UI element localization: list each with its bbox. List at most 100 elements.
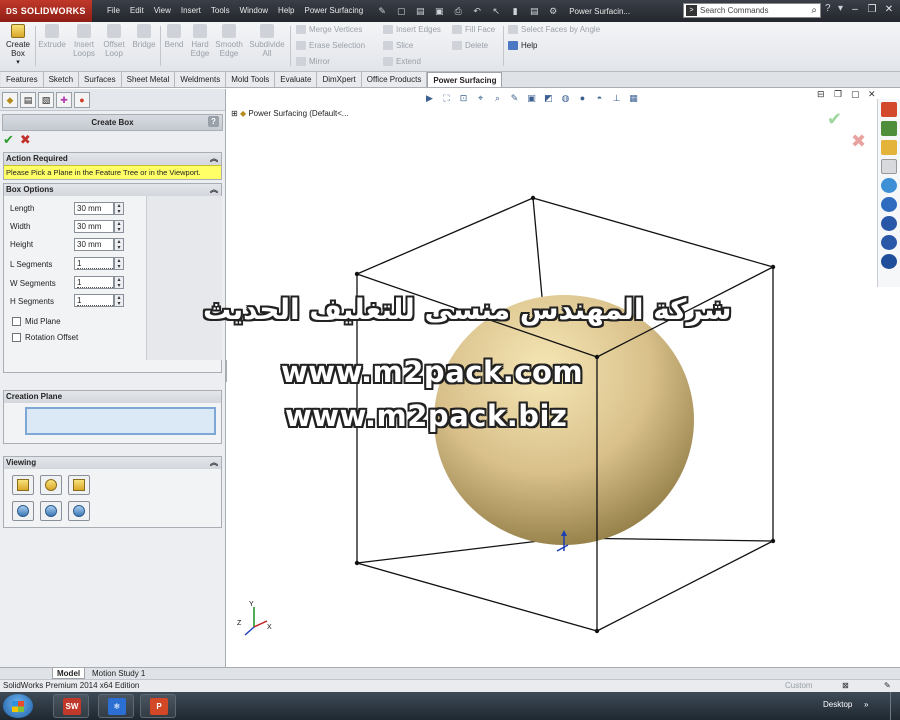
rebuild-status-icon[interactable]: ✎: [884, 680, 891, 692]
smooth-view-button[interactable]: [40, 475, 62, 495]
tab-motion-study-1[interactable]: Motion Study 1: [88, 668, 149, 679]
desktop-toolbar-label[interactable]: Desktop: [823, 700, 852, 709]
h-segments-stepper[interactable]: ▴ ▾: [114, 294, 124, 307]
insert-loops-button[interactable]: Insert Loops: [70, 24, 98, 58]
custom-properties-icon[interactable]: [881, 197, 897, 212]
menu-file[interactable]: File: [102, 0, 125, 22]
w-segments-stepper[interactable]: ▴ ▾: [114, 276, 124, 289]
solidworks-resources-icon[interactable]: [881, 102, 897, 117]
viewport-maximize-icon[interactable]: ▢: [851, 89, 860, 100]
previous-view-icon[interactable]: ▶: [423, 92, 436, 104]
dimxpert-manager-icon[interactable]: ✚: [56, 92, 72, 108]
feature-tree-root-node[interactable]: ⊞ ◆ Power Surfacing (Default<...: [231, 109, 349, 118]
insert-edges-button[interactable]: Insert Edges: [383, 25, 441, 35]
cage-vertex[interactable]: [594, 354, 600, 360]
both-view-button[interactable]: [68, 475, 90, 495]
box-options-header[interactable]: Box Options ︽: [4, 184, 221, 196]
hard-edge-button[interactable]: Hard Edge: [188, 24, 212, 58]
select-vertices-button[interactable]: [12, 501, 34, 521]
width-input[interactable]: 30 mm: [74, 220, 114, 233]
mirror-button[interactable]: Mirror: [296, 57, 330, 67]
cage-vertex[interactable]: [530, 195, 536, 201]
apply-scene-icon[interactable]: ◓: [593, 92, 606, 104]
slice-button[interactable]: Slice: [383, 41, 413, 51]
help-question-icon[interactable]: ?: [825, 3, 831, 14]
solidworks-forum-icon[interactable]: [881, 216, 897, 231]
cage-vertex[interactable]: [594, 628, 600, 634]
new-document-icon[interactable]: ▢: [393, 4, 409, 18]
print-icon[interactable]: ⎙: [450, 4, 466, 18]
show-desktop-button[interactable]: [890, 692, 900, 720]
bend-button[interactable]: Bend: [162, 24, 186, 49]
l-segments-stepper[interactable]: ▴ ▾: [114, 257, 124, 270]
tab-sheet-metal[interactable]: Sheet Metal: [121, 72, 176, 87]
tab-model[interactable]: Model: [52, 668, 86, 679]
zoom-to-area-icon[interactable]: ⊡: [457, 92, 470, 104]
collapse-chevron-icon[interactable]: ︽: [210, 457, 218, 469]
collapse-chevron-icon[interactable]: ︽: [210, 153, 218, 165]
view-orientation-icon[interactable]: ▣: [525, 92, 538, 104]
expand-plus-icon[interactable]: ⊞: [231, 109, 238, 118]
smooth-edge-button[interactable]: Smooth Edge: [214, 24, 244, 58]
cage-vertex[interactable]: [354, 271, 360, 277]
zoom-icon[interactable]: ⌕: [491, 92, 504, 104]
pin-icon[interactable]: ✎: [374, 4, 390, 18]
fill-face-button[interactable]: Fill Face: [452, 25, 495, 35]
select-faces-by-angle-button[interactable]: Select Faces by Angle: [508, 25, 600, 35]
appearances-icon[interactable]: [881, 178, 897, 193]
cage-vertex[interactable]: [354, 560, 360, 566]
creation-plane-selection-box[interactable]: [25, 407, 216, 435]
select-faces-button[interactable]: [68, 501, 90, 521]
viewport-close-icon[interactable]: ✕: [868, 89, 876, 100]
start-button[interactable]: [3, 694, 33, 718]
menu-edit[interactable]: Edit: [125, 0, 149, 22]
merge-vertices-button[interactable]: Merge Vertices: [296, 25, 362, 35]
power-surfacing-pane-icon[interactable]: [881, 235, 897, 250]
height-input[interactable]: 30 mm: [74, 238, 114, 251]
shaded-view-button[interactable]: [12, 475, 34, 495]
design-library-icon[interactable]: [881, 121, 897, 136]
ok-checkmark-icon[interactable]: ✔: [3, 132, 14, 148]
display-style-icon[interactable]: ◩: [542, 92, 555, 104]
menu-help[interactable]: Help: [273, 0, 299, 22]
delete-button[interactable]: Delete: [452, 41, 488, 51]
collapse-chevron-icon[interactable]: ︽: [210, 184, 218, 196]
bridge-button[interactable]: Bridge: [130, 24, 158, 49]
action-required-header[interactable]: Action Required ︽: [4, 153, 221, 165]
length-input[interactable]: 30 mm: [74, 202, 114, 215]
section-view-icon[interactable]: ⌖: [474, 92, 487, 104]
cage-vertex[interactable]: [770, 538, 776, 544]
length-stepper[interactable]: ▴ ▾: [114, 202, 124, 215]
select-arrow-icon[interactable]: ↖: [488, 4, 504, 18]
more-tools-icon[interactable]: ▦: [627, 92, 640, 104]
confirmation-ok-icon[interactable]: ✔: [827, 109, 842, 130]
edit-appearance-icon[interactable]: ●: [576, 92, 589, 104]
viewport-split-icon[interactable]: ⊟: [817, 89, 825, 100]
settings-icon[interactable]: ⊠: [842, 680, 849, 692]
minimize-window-icon[interactable]: –: [848, 3, 862, 17]
lightning-tool-icon[interactable]: [881, 254, 897, 269]
zoom-to-fit-icon[interactable]: ⛶: [440, 92, 453, 104]
search-icon[interactable]: ⌕: [811, 4, 817, 17]
extrude-button[interactable]: Extrude: [37, 24, 67, 49]
undo-icon[interactable]: ↶: [469, 4, 485, 18]
help-question-icon[interactable]: ?: [208, 116, 219, 127]
confirmation-cancel-icon[interactable]: ✖: [851, 131, 866, 152]
subdivide-all-button[interactable]: Subdivide All: [248, 24, 286, 58]
viewport-restore-icon[interactable]: ❐: [834, 89, 842, 100]
chevron-down-icon[interactable]: ▾: [838, 3, 843, 14]
tab-sketch[interactable]: Sketch: [43, 72, 80, 87]
view-palette-icon[interactable]: [881, 159, 897, 174]
file-properties-icon[interactable]: ▤: [526, 4, 542, 18]
options-gear-icon[interactable]: ⚙: [545, 4, 561, 18]
tab-evaluate[interactable]: Evaluate: [275, 72, 318, 87]
property-manager-icon[interactable]: ▤: [20, 92, 36, 108]
menu-power-surfacing[interactable]: Power Surfacing: [300, 0, 369, 22]
close-window-icon[interactable]: ✕: [882, 3, 896, 17]
view-settings-icon[interactable]: ⊥: [610, 92, 623, 104]
offset-loop-button[interactable]: Offset Loop: [100, 24, 128, 58]
help-button[interactable]: Help: [508, 41, 537, 51]
dynamic-annotation-icon[interactable]: ✎: [508, 92, 521, 104]
save-icon[interactable]: ▣: [431, 4, 447, 18]
height-stepper[interactable]: ▴ ▾: [114, 238, 124, 251]
